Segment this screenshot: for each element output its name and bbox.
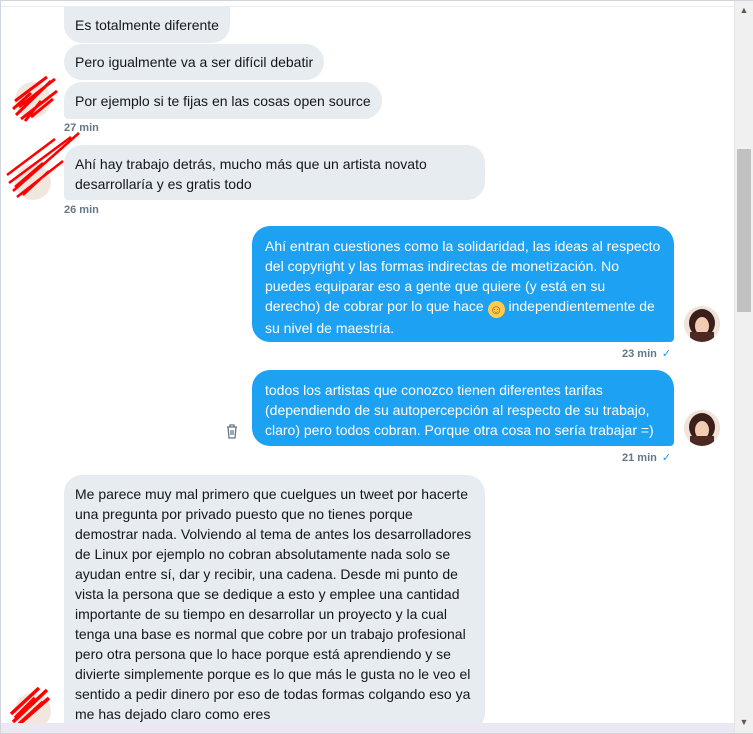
- vertical-scrollbar[interactable]: ▲ ▼: [734, 1, 753, 733]
- message-text: Me parece muy mal primero que cuelgues u…: [75, 486, 472, 722]
- message-text: Pero igualmente va a ser difícil debatir: [75, 54, 314, 70]
- message-text: Ahí hay trabajo detrás, mucho más que un…: [75, 156, 427, 192]
- message-received[interactable]: Por ejemplo si te fijas en las cosas ope…: [64, 82, 382, 119]
- smiling-emoji-icon: ☺: [487, 301, 505, 318]
- redaction-scribble: [6, 132, 80, 198]
- redaction-scribble: [9, 686, 51, 728]
- check-icon: ✓: [661, 452, 672, 464]
- timestamp-text: 23 min: [622, 348, 657, 360]
- scroll-up-icon[interactable]: ▲: [739, 5, 749, 15]
- my-avatar[interactable]: [684, 410, 720, 446]
- composer-strip: [1, 723, 734, 733]
- message-text: Por ejemplo si te fijas en las cosas ope…: [75, 93, 371, 109]
- message-received[interactable]: Es totalmente diferente: [64, 7, 230, 43]
- message-text: Es totalmente diferente: [75, 17, 219, 33]
- message-timestamp: 21 min ✓: [622, 451, 671, 464]
- dm-conversation-window: Es totalmente diferente Pero igualmente …: [0, 0, 753, 734]
- message-timestamp: 26 min: [64, 204, 99, 216]
- message-sent[interactable]: todos los artistas que conozco tienen di…: [252, 370, 674, 446]
- scroll-down-icon[interactable]: ▼: [739, 717, 749, 727]
- message-received[interactable]: Me parece muy mal primero que cuelgues u…: [64, 475, 485, 731]
- message-text: todos los artistas que conozco tienen di…: [265, 382, 654, 438]
- profile-photo-icon: [684, 410, 720, 446]
- timestamp-text: 21 min: [622, 452, 657, 464]
- scrollbar-thumb[interactable]: [737, 149, 751, 312]
- message-timestamp: 23 min ✓: [622, 347, 671, 360]
- redaction-scribble: [12, 75, 58, 122]
- check-icon: ✓: [661, 348, 672, 360]
- message-received[interactable]: Pero igualmente va a ser difícil debatir: [64, 44, 325, 80]
- profile-photo-icon: [684, 306, 720, 342]
- trash-icon[interactable]: [225, 423, 239, 439]
- message-sent[interactable]: Ahí entran cuestiones como la solidarida…: [252, 226, 674, 342]
- message-received[interactable]: Ahí hay trabajo detrás, mucho más que un…: [64, 145, 485, 200]
- my-avatar[interactable]: [684, 306, 720, 342]
